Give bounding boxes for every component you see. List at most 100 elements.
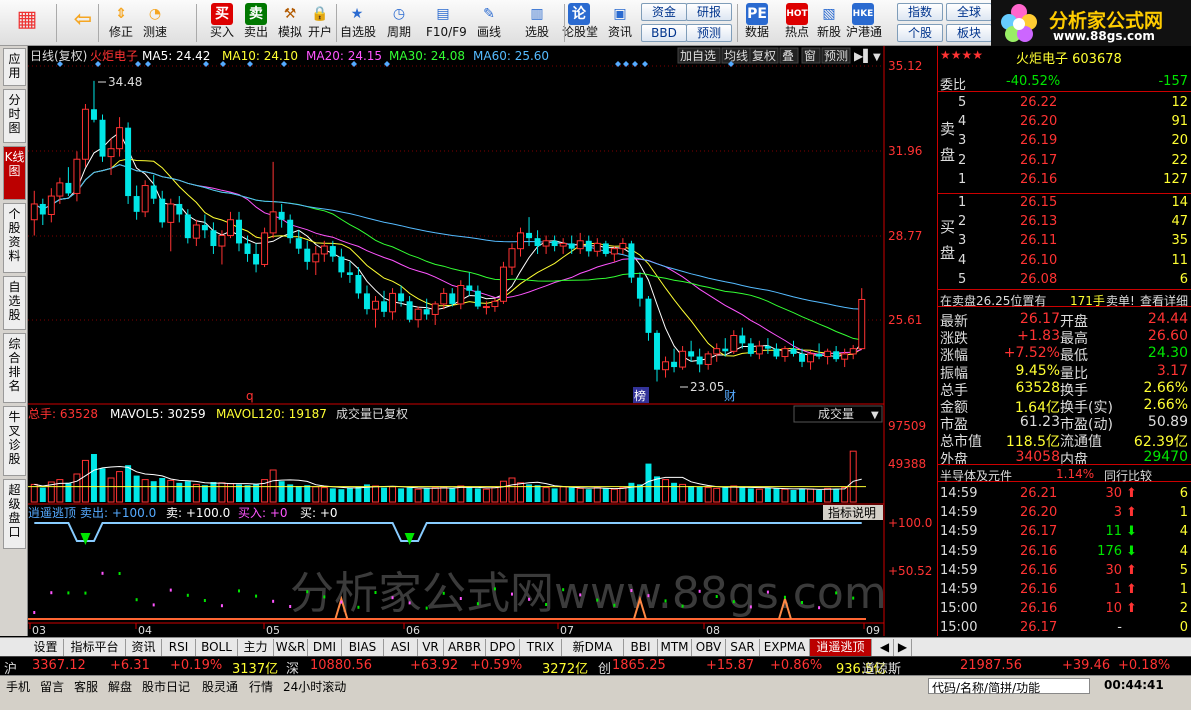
toolbar-button-0[interactable]: ▦ [8, 1, 46, 41]
toolbar-button-6[interactable]: ⚒ 模拟 [273, 1, 307, 39]
indicator-tab-4[interactable]: BOLL [196, 639, 238, 656]
chevron-down-icon[interactable]: ▼ [873, 52, 881, 63]
left-tab-5[interactable]: 综合排名 [3, 333, 26, 403]
indicator-tab-3[interactable]: RSI [162, 639, 196, 656]
status-item-5[interactable]: 股灵通 [202, 678, 238, 695]
toolbar-button-1[interactable]: ⇦ [64, 1, 102, 41]
indicator-tab-13[interactable]: TRIX [520, 639, 562, 656]
indicator-tab-17[interactable]: OBV [692, 639, 726, 656]
bid-row[interactable]: 4 26.10 11 [938, 252, 1191, 271]
indicator-tab-9[interactable]: ASI [384, 639, 418, 656]
ask-row[interactable]: 1 26.16 127 [938, 171, 1191, 190]
toolbar-pill-2[interactable]: BBD [641, 24, 687, 42]
status-item-2[interactable]: 客服 [74, 678, 98, 695]
toolbar-button-3[interactable]: ◔ 测速 [138, 1, 172, 39]
indicator-tab-10[interactable]: VR [418, 639, 444, 656]
indicator-tab-8[interactable]: BIAS [342, 639, 384, 656]
indicator-tab-20[interactable]: 逍遥逃顶 [810, 639, 872, 656]
indicator-tab-11[interactable]: ARBR [444, 639, 486, 656]
left-tab-3[interactable]: 个股资料 [3, 203, 26, 273]
chart-top-button-label[interactable]: 窗 [804, 49, 816, 63]
kline-chart-area[interactable]: 分析家公式网www.88gs.com 日线(复权) 火炬电子 MA5: 24.4… [28, 46, 937, 637]
chart-top-button-label[interactable]: 叠 [782, 49, 794, 63]
toolbar-button-7[interactable]: 🔒 开户 [303, 1, 337, 39]
toolbar-button-4[interactable]: 买买入 [205, 1, 239, 39]
chart-top-button-label[interactable]: 复权 [752, 49, 776, 63]
chart-top-button-label[interactable]: 预测 [824, 49, 848, 63]
volume-bar [457, 485, 465, 503]
left-tab-7[interactable]: 超级盘口 [3, 479, 26, 549]
indicator-tab-16[interactable]: MTM [658, 639, 692, 656]
toolbar-button-9[interactable]: ◷ 周期 [382, 1, 416, 39]
indicator-tab-15[interactable]: BBI [624, 639, 658, 656]
toolbar-button-14[interactable]: ▣ 资讯 [603, 1, 637, 39]
left-tab-1[interactable]: 分时图 [3, 89, 26, 143]
ask-row[interactable]: 5 26.22 12 [938, 94, 1191, 113]
toolbar-button-12[interactable]: ▥ 选股 [520, 1, 554, 39]
indicator-tab-12[interactable]: DPO [486, 639, 520, 656]
marker-cai[interactable]: 财 [724, 389, 736, 403]
indicator-tab-14[interactable]: 新DMA [562, 639, 624, 656]
status-item-7[interactable]: 24小时滚动 [283, 678, 346, 695]
bid-row[interactable]: 1 26.15 14 [938, 194, 1191, 213]
left-tab-4[interactable]: 自选股 [3, 276, 26, 330]
indicator-tab-1[interactable]: 指标平台 [64, 639, 126, 656]
toolbar-pill-6[interactable]: 个股 [897, 24, 943, 42]
toolbar-pill-1[interactable]: 研报 [686, 3, 732, 21]
sector-compare-link[interactable]: 同行比较 [1104, 467, 1152, 484]
toolbar-button-2[interactable]: ⇕ 修正 [104, 1, 138, 39]
chart-mode[interactable]: 日线(复权) [30, 49, 87, 63]
toolbar-button-11[interactable]: ✎ 画线 [472, 1, 506, 39]
indicator-tab-2[interactable]: 资讯 [126, 639, 162, 656]
toolbar-button-5[interactable]: 卖卖出 [239, 1, 273, 39]
scroll-left-icon[interactable]: ◀ [876, 639, 894, 656]
bid-row[interactable]: 5 26.08 6 [938, 271, 1191, 290]
bid-row[interactable]: 2 26.13 47 [938, 213, 1191, 232]
bid-level: 1 [958, 195, 967, 210]
scroll-right-icon[interactable]: ▶ [894, 639, 912, 656]
indicator-tab-5[interactable]: 主力 [238, 639, 274, 656]
chart-top-button-label[interactable]: 加自选 [680, 49, 716, 63]
indicator-tab-19[interactable]: EXPMA [760, 639, 810, 656]
status-item-4[interactable]: 股市日记 [142, 678, 190, 695]
chart-canvas[interactable]: 分析家公式网www.88gs.com 日线(复权) 火炬电子 MA5: 24.4… [28, 46, 937, 637]
chevron-down-icon[interactable]: ▼ [871, 410, 879, 421]
toolbar-button-13[interactable]: 论论股堂 [562, 1, 598, 39]
left-tab-6[interactable]: 牛叉诊股 [3, 406, 26, 476]
indicator-tab-18[interactable]: SAR [726, 639, 760, 656]
command-search-input[interactable]: 代码/名称/简拼/功能 [928, 678, 1090, 695]
toolbar-button-10[interactable]: ▤ F10/F9 [426, 1, 467, 39]
indicator-tab-6[interactable]: W&R [274, 639, 308, 656]
status-item-0[interactable]: 手机 [6, 678, 30, 695]
indicator-tab-0[interactable]: 设置 [28, 639, 64, 656]
toolbar-button-18[interactable]: HKE 沪港通 [846, 1, 882, 39]
toolbar-pill-3[interactable]: 预测 [686, 24, 732, 42]
sector-name[interactable]: 半导体及元件 [940, 467, 1012, 484]
ask-row[interactable]: 3 26.19 20 [938, 132, 1191, 151]
inside-order-row[interactable]: 在卖盘26.25位置有 171手 卖单! 查看详细 [938, 289, 1191, 309]
toolbar-pill-4[interactable]: 指数 [897, 3, 943, 21]
toolbar-button-8[interactable]: ★ 自选股 [340, 1, 376, 39]
toolbar-button-16[interactable]: HOT 热点 [780, 1, 814, 39]
toolbar-button-17[interactable]: ▧ 新股 [812, 1, 846, 39]
ask-row[interactable]: 4 26.20 91 [938, 113, 1191, 132]
toolbar-pill-0[interactable]: 资金 [641, 3, 687, 21]
marker-q[interactable]: q [246, 389, 254, 403]
ask-row[interactable]: 2 26.17 22 [938, 152, 1191, 171]
status-item-1[interactable]: 留言 [40, 678, 64, 695]
left-tab-0[interactable]: 应用 [3, 48, 26, 86]
inside-detail-link[interactable]: 查看详细 [1140, 292, 1188, 309]
indicator-help-label[interactable]: 指标说明 [828, 505, 876, 520]
toolbar-button-15[interactable]: PE 数据 [740, 1, 774, 39]
bid-row[interactable]: 3 26.11 35 [938, 232, 1191, 251]
window-toggle-icon[interactable]: ▶▌ [854, 48, 872, 63]
toolbar-pill-7[interactable]: 板块 [946, 24, 992, 42]
marker-bang[interactable]: 榜 [634, 388, 646, 403]
indicator-tab-7[interactable]: DMI [308, 639, 342, 656]
left-tab-2[interactable]: K线图 [3, 146, 26, 200]
volume-selector-label[interactable]: 成交量 [818, 406, 854, 421]
status-item-3[interactable]: 解盘 [108, 678, 132, 695]
toolbar-pill-5[interactable]: 全球 [946, 3, 992, 21]
status-item-6[interactable]: 行情 [249, 678, 273, 695]
chart-top-button-label[interactable]: 均线 [724, 49, 748, 63]
